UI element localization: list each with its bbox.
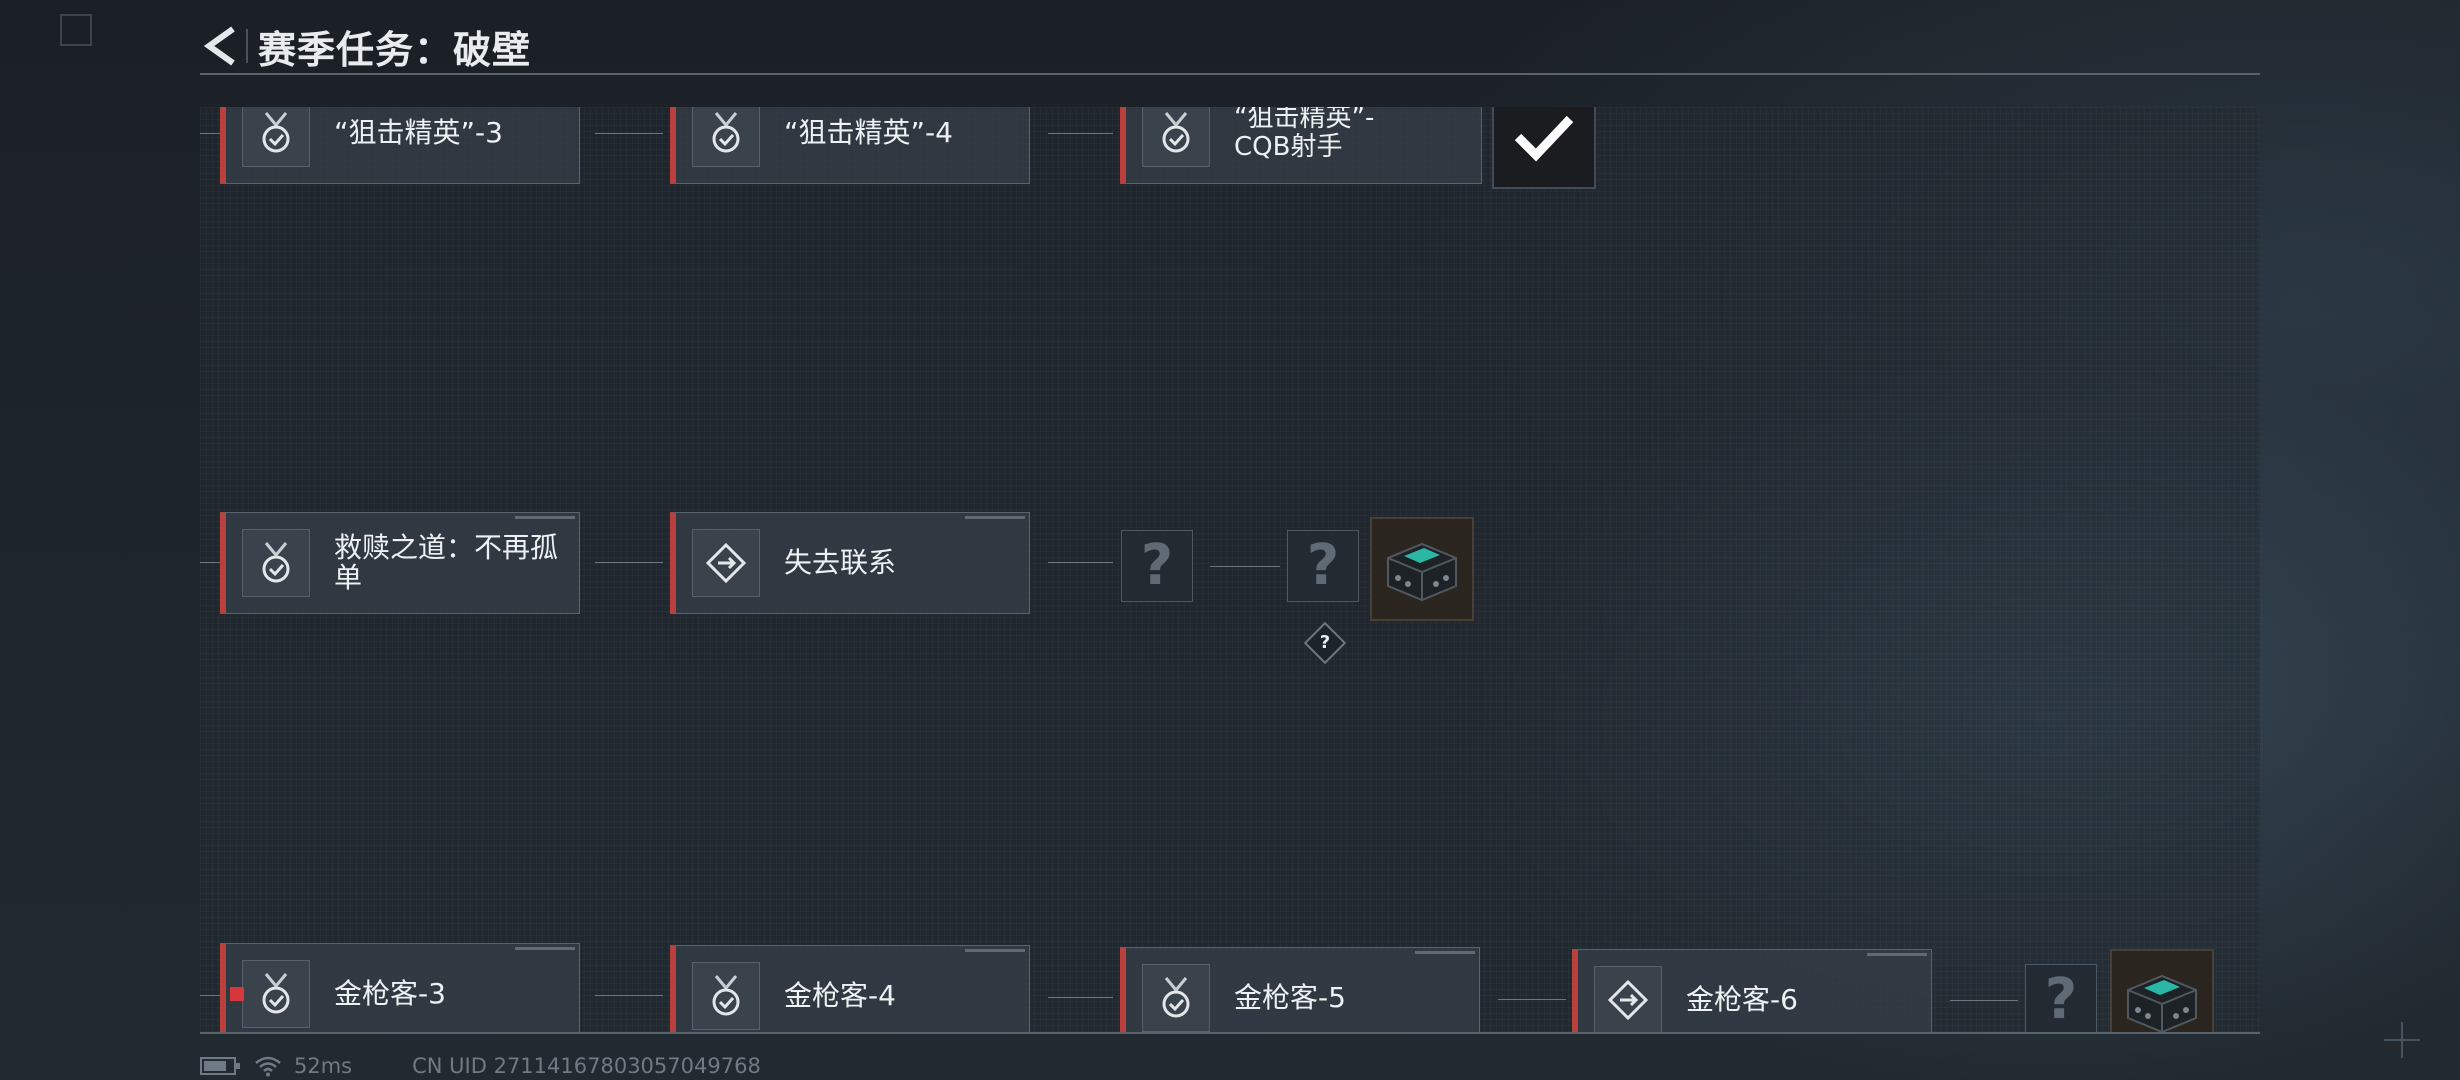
footer-rule bbox=[200, 1032, 2260, 1034]
connector-line bbox=[595, 562, 663, 563]
hint-question-mark: ? bbox=[1319, 632, 1331, 653]
question-mark: ? bbox=[2044, 967, 2078, 1032]
task-label: “狙击精英”- CQB射手 bbox=[1234, 107, 1375, 162]
task-card-sniper-3[interactable]: “狙击精英”-3 bbox=[220, 107, 580, 184]
task-card-golden-gun-6[interactable]: 金枪客-6 bbox=[1572, 949, 1932, 1032]
reward-item[interactable] bbox=[2110, 949, 2214, 1032]
completed-reward[interactable] bbox=[1492, 107, 1596, 189]
back-arrow-icon[interactable] bbox=[200, 24, 240, 68]
connector-line bbox=[1950, 1000, 2018, 1001]
wifi-icon bbox=[255, 1056, 281, 1077]
task-card-golden-gun-5[interactable]: 金枪客-5 bbox=[1120, 947, 1480, 1032]
locked-task-node[interactable]: ? bbox=[1121, 530, 1193, 602]
question-mark: ? bbox=[1306, 533, 1340, 598]
card-corner-tag bbox=[1867, 953, 1927, 956]
card-corner-tag bbox=[515, 947, 575, 950]
battery-icon bbox=[200, 1057, 240, 1075]
medal-check-icon bbox=[692, 962, 760, 1030]
task-label: 救赎之道：不再孤单 bbox=[334, 531, 559, 594]
medal-check-icon bbox=[692, 107, 760, 167]
locked-task-node[interactable]: ? bbox=[1287, 530, 1359, 602]
medal-check-icon bbox=[242, 107, 310, 167]
task-card-golden-gun-3[interactable]: 金枪客-3 bbox=[220, 943, 580, 1032]
connector-line bbox=[1210, 566, 1280, 567]
task-label: 金枪客-3 bbox=[334, 977, 446, 1010]
question-mark: ? bbox=[1140, 533, 1174, 598]
medal-check-icon bbox=[242, 529, 310, 597]
medal-check-icon bbox=[1142, 107, 1210, 167]
supply-crate-icon bbox=[1387, 542, 1457, 602]
task-label: 失去联系 bbox=[784, 546, 897, 579]
connector-line bbox=[1048, 562, 1113, 563]
supply-crate-icon bbox=[2127, 974, 2197, 1032]
connector-line bbox=[595, 995, 663, 996]
connector-line bbox=[595, 133, 663, 134]
task-card-sniper-cqb[interactable]: “狙击精英”- CQB射手 bbox=[1120, 107, 1482, 184]
diamond-arrow-icon bbox=[692, 529, 760, 597]
task-card-lost-contact[interactable]: 失去联系 bbox=[670, 512, 1030, 614]
medal-check-icon bbox=[242, 960, 310, 1028]
connector-line bbox=[200, 133, 220, 134]
connector-line bbox=[1498, 999, 1566, 1000]
status-bar: 52ms CN UID 27114167803057049768 bbox=[200, 1052, 761, 1080]
task-label: 金枪客-6 bbox=[1686, 983, 1798, 1016]
task-label: 金枪客-4 bbox=[784, 979, 896, 1012]
task-card-sniper-4[interactable]: “狙击精英”-4 bbox=[670, 107, 1030, 184]
checkmark-icon bbox=[1514, 115, 1574, 162]
diamond-arrow-icon bbox=[1594, 966, 1662, 1032]
page-header: 赛季任务：破壁 bbox=[200, 20, 531, 72]
card-corner-tag bbox=[1415, 951, 1475, 954]
task-board[interactable]: “狙击精英”-3 “狙击精英”-4 “狙击精英”- CQB射手 救赎之道：不再孤… bbox=[200, 107, 2260, 1032]
card-corner-tag bbox=[965, 516, 1025, 519]
connector-line bbox=[200, 562, 220, 563]
task-label: “狙击精英”-4 bbox=[784, 116, 953, 149]
new-task-marker bbox=[230, 987, 244, 1001]
task-label: 金枪客-5 bbox=[1234, 981, 1346, 1014]
header-rule bbox=[200, 73, 2260, 75]
card-corner-tag bbox=[965, 949, 1025, 952]
card-corner-tag bbox=[515, 516, 575, 519]
connector-line bbox=[1048, 133, 1113, 134]
connector-line bbox=[1048, 997, 1113, 998]
user-uid: CN UID 27114167803057049768 bbox=[412, 1054, 761, 1078]
crosshair-plus-icon bbox=[2384, 1022, 2420, 1058]
ping-readout: 52ms bbox=[294, 1054, 353, 1078]
locked-task-node[interactable]: ? bbox=[2025, 964, 2097, 1032]
task-label: “狙击精英”-3 bbox=[334, 116, 503, 149]
header-divider bbox=[246, 29, 248, 63]
reward-item[interactable] bbox=[1370, 517, 1474, 621]
corner-frame-icon bbox=[60, 14, 92, 46]
task-card-golden-gun-4[interactable]: 金枪客-4 bbox=[670, 945, 1030, 1032]
page-title: 赛季任务：破壁 bbox=[258, 27, 532, 72]
medal-check-icon bbox=[1142, 964, 1210, 1032]
hint-badge[interactable]: ? bbox=[1303, 621, 1347, 665]
connector-line bbox=[200, 995, 220, 996]
task-card-redemption[interactable]: 救赎之道：不再孤单 bbox=[220, 512, 580, 614]
